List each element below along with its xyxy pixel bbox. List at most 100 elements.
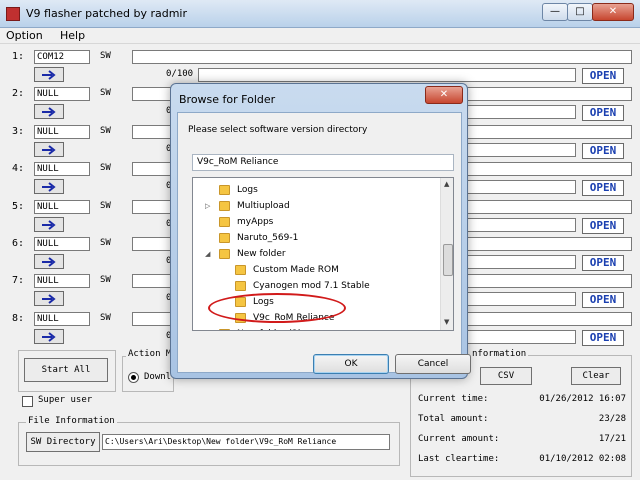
- open-port-button[interactable]: OPEN: [582, 218, 624, 234]
- open-port-button[interactable]: OPEN: [582, 180, 624, 196]
- tree-item[interactable]: Naruto_569-1: [219, 230, 403, 246]
- menu-bar: Option Help: [0, 28, 640, 44]
- close-button[interactable]: ✕: [592, 3, 634, 21]
- open-port-button[interactable]: OPEN: [582, 105, 624, 121]
- arrow-right-icon: [42, 69, 56, 80]
- port-number: 5:: [12, 201, 25, 212]
- scroll-down-icon[interactable]: ▼: [444, 318, 449, 326]
- open-port-button[interactable]: OPEN: [582, 143, 624, 159]
- super-user-checkbox[interactable]: [22, 396, 33, 407]
- tree-item-label: myApps: [237, 217, 274, 227]
- tree-item[interactable]: Logs: [219, 182, 403, 198]
- progress-bar: [198, 68, 576, 82]
- arrow-right-icon: [42, 293, 56, 304]
- port-name: COM12: [34, 50, 90, 64]
- super-user-label: Super user: [38, 395, 93, 405]
- stat-label: Current time:: [418, 394, 489, 404]
- tree-item-label: Logs: [237, 185, 258, 195]
- browse-folder-dialog: Browse for Folder ✕ Please select softwa…: [170, 83, 471, 379]
- tree-item-label: New folder: [237, 249, 286, 259]
- tree-item[interactable]: Cyanogen mod 7.1 Stable: [235, 278, 403, 294]
- stat-label: Total amount:: [418, 414, 489, 424]
- open-port-button[interactable]: OPEN: [582, 292, 624, 308]
- port-number: 7:: [12, 275, 25, 286]
- port-start-button[interactable]: [34, 142, 64, 157]
- scroll-up-icon[interactable]: ▲: [444, 180, 449, 188]
- arrow-right-icon: [42, 106, 56, 117]
- open-port-button[interactable]: OPEN: [582, 255, 624, 271]
- dialog-close-button[interactable]: ✕: [425, 86, 463, 104]
- sw-label: SW: [100, 313, 111, 323]
- sw-label: SW: [100, 51, 111, 61]
- dialog-body: Please select software version directory…: [177, 112, 462, 373]
- port-name: NULL: [34, 87, 90, 101]
- tree-item[interactable]: New folder (2): [219, 326, 403, 330]
- tree-expander-icon[interactable]: ▷: [205, 198, 210, 214]
- port-number: 6:: [12, 238, 25, 249]
- port-start-button[interactable]: [34, 329, 64, 344]
- csv-button[interactable]: CSV: [480, 367, 532, 385]
- tree-expander-icon[interactable]: ◢: [205, 246, 210, 262]
- title-bar: V9 flasher patched by radmir — □ ✕: [0, 0, 640, 28]
- folder-icon: [235, 265, 246, 275]
- start-all-button[interactable]: Start All: [24, 358, 108, 382]
- tree-item[interactable]: myApps: [219, 214, 403, 230]
- port-start-button[interactable]: [34, 67, 64, 82]
- sw-label: SW: [100, 201, 111, 211]
- stat-value: 17/21: [598, 434, 626, 444]
- tree-scrollbar[interactable]: ▲ ▼: [440, 178, 453, 330]
- download-radio[interactable]: [128, 372, 139, 383]
- folder-path-field[interactable]: V9c_RoM Reliance: [192, 154, 454, 171]
- arrow-right-icon: [42, 256, 56, 267]
- arrow-right-icon: [42, 219, 56, 230]
- stat-value: 01/10/2012 02:08: [539, 454, 626, 464]
- port-start-button[interactable]: [34, 217, 64, 232]
- folder-icon: [219, 329, 230, 330]
- open-port-button[interactable]: OPEN: [582, 68, 624, 84]
- tree-item[interactable]: Custom Made ROM: [235, 262, 403, 278]
- information-title: nformation: [470, 349, 529, 359]
- port-name: NULL: [34, 125, 90, 139]
- port-name: NULL: [34, 162, 90, 176]
- sw-label: SW: [100, 238, 111, 248]
- port-start-button[interactable]: [34, 254, 64, 269]
- arrow-right-icon: [42, 331, 56, 342]
- folder-icon: [219, 233, 230, 243]
- sw-field: [132, 50, 632, 64]
- port-number: 3:: [12, 126, 25, 137]
- tree-item-label: Cyanogen mod 7.1 Stable: [253, 281, 370, 291]
- open-port-button[interactable]: OPEN: [582, 330, 624, 346]
- ok-button[interactable]: OK: [313, 354, 389, 374]
- menu-option[interactable]: Option: [6, 29, 43, 42]
- tree-item-label: Multiupload: [237, 201, 290, 211]
- scroll-thumb[interactable]: [443, 244, 453, 276]
- tree-item-label: Custom Made ROM: [253, 265, 339, 275]
- app-icon: [6, 7, 20, 21]
- sw-directory-path: C:\Users\Ari\Desktop\New folder\V9c_RoM …: [102, 434, 390, 450]
- action-mode-title: Action M: [126, 349, 174, 359]
- folder-icon: [219, 217, 230, 227]
- minimize-button[interactable]: —: [542, 3, 568, 21]
- folder-icon: [219, 249, 230, 259]
- menu-help[interactable]: Help: [60, 29, 85, 42]
- port-start-button[interactable]: [34, 104, 64, 119]
- port-number: 2:: [12, 88, 25, 99]
- port-start-button[interactable]: [34, 291, 64, 306]
- window-title: V9 flasher patched by radmir: [26, 7, 188, 20]
- maximize-button[interactable]: □: [567, 3, 593, 21]
- sw-label: SW: [100, 126, 111, 136]
- sw-directory-button[interactable]: SW Directory: [26, 432, 100, 452]
- download-radio-label: Downl: [144, 372, 172, 382]
- port-start-button[interactable]: [34, 179, 64, 194]
- tree-item-label: Naruto_569-1: [237, 233, 299, 243]
- stat-label: Last cleartime:: [418, 454, 500, 464]
- tree-item[interactable]: ▷ Multiupload: [205, 198, 403, 214]
- progress-text: 0/100: [166, 69, 194, 79]
- port-name: NULL: [34, 200, 90, 214]
- dialog-title: Browse for Folder: [179, 93, 276, 106]
- cancel-button[interactable]: Cancel: [395, 354, 471, 374]
- file-info-title: File Information: [26, 416, 117, 426]
- tree-item[interactable]: ◢ New folder: [205, 246, 403, 262]
- dialog-prompt: Please select software version directory: [188, 125, 368, 135]
- clear-button[interactable]: Clear: [571, 367, 621, 385]
